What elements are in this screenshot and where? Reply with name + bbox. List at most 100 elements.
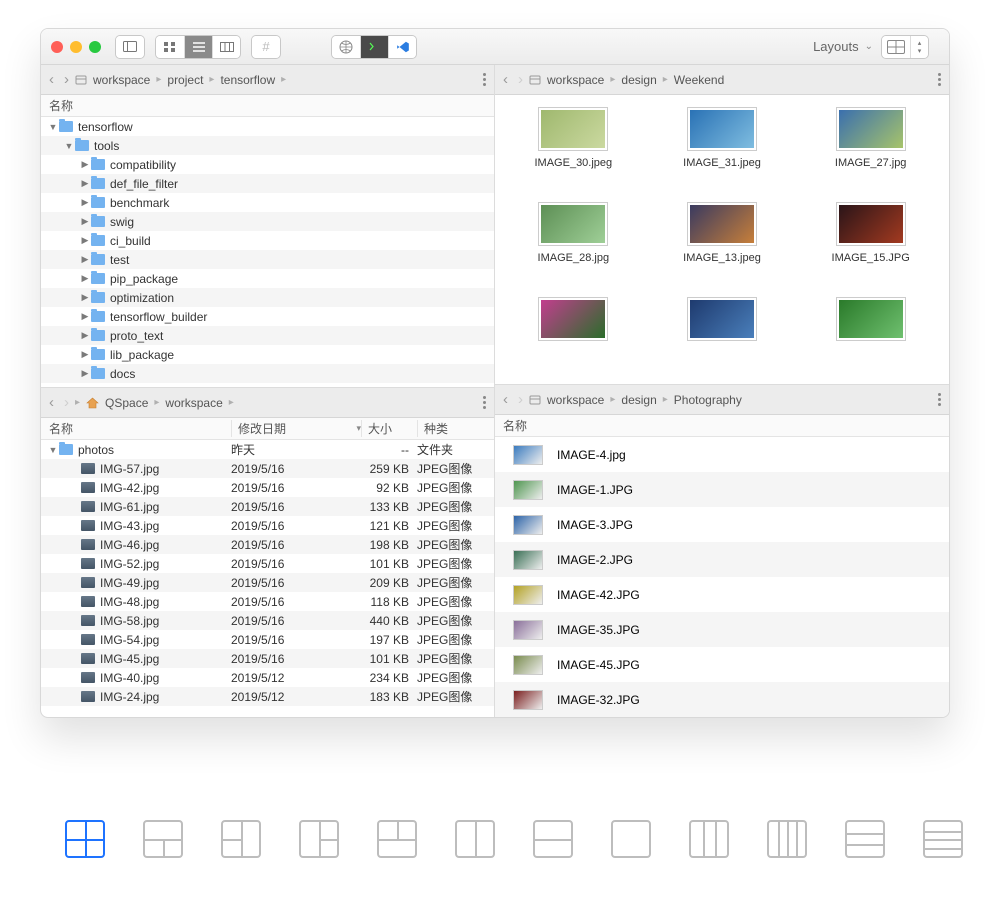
tree-row[interactable]: ▼tools	[41, 136, 494, 155]
table-row[interactable]: IMG-52.jpg2019/5/16101 KBJPEG图像	[41, 554, 494, 573]
column-name-header[interactable]: 名称	[41, 97, 494, 114]
list-item[interactable]: IMAGE-32.JPG	[495, 682, 949, 717]
nav-back-button[interactable]: ‹	[503, 391, 508, 408]
grid-item[interactable]: IMAGE_28.jpg	[501, 202, 646, 289]
crumb[interactable]: tensorflow	[220, 73, 275, 87]
disclosure-triangle-icon[interactable]: ▶	[79, 197, 91, 208]
nav-back-button[interactable]: ‹	[503, 71, 508, 88]
crumb[interactable]: Photography	[674, 393, 742, 407]
more-menu-button[interactable]	[938, 393, 941, 406]
view-icons-button[interactable]	[156, 36, 184, 58]
layouts-dropdown[interactable]: Layouts ⌄	[813, 39, 873, 54]
table-row[interactable]: IMG-45.jpg2019/5/16101 KBJPEG图像	[41, 649, 494, 668]
disclosure-triangle-icon[interactable]: ▶	[79, 330, 91, 341]
table-row[interactable]: IMG-42.jpg2019/5/1692 KBJPEG图像	[41, 478, 494, 497]
disclosure-triangle-icon[interactable]: ▼	[63, 141, 75, 151]
crumb[interactable]: Weekend	[674, 73, 724, 87]
disclosure-triangle-icon[interactable]: ▶	[79, 292, 91, 303]
layout-option-3[interactable]	[221, 820, 261, 858]
crumb[interactable]: workspace	[547, 393, 604, 407]
app-terminal-button[interactable]	[360, 36, 388, 58]
fullscreen-window-button[interactable]	[89, 41, 101, 53]
tree-row[interactable]: ▶tensorflow_builder	[41, 307, 494, 326]
nav-forward-button[interactable]: ›	[64, 394, 69, 411]
tree-row[interactable]: ▶test	[41, 250, 494, 269]
crumb[interactable]: design	[621, 393, 656, 407]
file-table[interactable]: ▼photos昨天--文件夹IMG-57.jpg2019/5/16259 KBJ…	[41, 440, 494, 717]
thumb-list[interactable]: IMAGE-4.jpgIMAGE-1.JPGIMAGE-3.JPGIMAGE-2…	[495, 437, 949, 717]
grid-item[interactable]	[650, 297, 795, 372]
disclosure-triangle-icon[interactable]: ▶	[79, 216, 91, 227]
disclosure-triangle-icon[interactable]: ▶	[79, 311, 91, 322]
table-row[interactable]: IMG-58.jpg2019/5/16440 KBJPEG图像	[41, 611, 494, 630]
layout-option-8[interactable]	[611, 820, 651, 858]
nav-forward-button[interactable]: ›	[518, 391, 523, 408]
nav-back-button[interactable]: ‹	[49, 71, 54, 88]
minimize-window-button[interactable]	[70, 41, 82, 53]
more-menu-button[interactable]	[938, 73, 941, 86]
table-row[interactable]: IMG-61.jpg2019/5/16133 KBJPEG图像	[41, 497, 494, 516]
tree-row[interactable]: ▼tensorflow	[41, 117, 494, 136]
grid-item[interactable]: IMAGE_27.jpg	[798, 107, 943, 194]
layout-stepper-button[interactable]: ▴▾	[910, 36, 928, 58]
tree-row[interactable]: ▶pip_package	[41, 269, 494, 288]
app-globe-button[interactable]	[332, 36, 360, 58]
nav-forward-button[interactable]: ›	[518, 71, 523, 88]
tag-button[interactable]: #	[252, 36, 280, 58]
table-row[interactable]: IMG-57.jpg2019/5/16259 KBJPEG图像	[41, 459, 494, 478]
grid-item[interactable]: IMAGE_13.jpeg	[650, 202, 795, 289]
tree-row[interactable]: ▶ci_build	[41, 231, 494, 250]
tree-row[interactable]: ▶def_file_filter	[41, 174, 494, 193]
tree-row[interactable]: ▶proto_text	[41, 326, 494, 345]
icon-grid[interactable]: IMAGE_30.jpegIMAGE_31.jpegIMAGE_27.jpgIM…	[495, 95, 949, 384]
disclosure-triangle-icon[interactable]: ▶	[79, 159, 91, 170]
folder-tree[interactable]: ▼tensorflow▼tools▶compatibility▶def_file…	[41, 117, 494, 387]
layout-option-2[interactable]	[143, 820, 183, 858]
grid-item[interactable]: IMAGE_15.JPG	[798, 202, 943, 289]
table-row[interactable]: IMG-49.jpg2019/5/16209 KBJPEG图像	[41, 573, 494, 592]
sidebar-toggle-button[interactable]	[116, 36, 144, 58]
crumb[interactable]: workspace	[93, 73, 150, 87]
layout-option-6[interactable]	[455, 820, 495, 858]
layout-option-10[interactable]	[767, 820, 807, 858]
disclosure-triangle-icon[interactable]: ▼	[47, 122, 59, 132]
column-kind-header[interactable]: 种类	[417, 420, 494, 437]
table-row[interactable]: ▼photos昨天--文件夹	[41, 440, 494, 459]
table-row[interactable]: IMG-24.jpg2019/5/12183 KBJPEG图像	[41, 687, 494, 706]
layout-grid-button[interactable]	[882, 36, 910, 58]
more-menu-button[interactable]	[483, 396, 486, 409]
tree-row[interactable]: ▶docs	[41, 364, 494, 383]
app-vscode-button[interactable]	[388, 36, 416, 58]
column-name-header[interactable]: 名称	[41, 420, 231, 437]
list-item[interactable]: IMAGE-2.JPG	[495, 542, 949, 577]
tree-row[interactable]: ▶swig	[41, 212, 494, 231]
layout-option-12[interactable]	[923, 820, 963, 858]
nav-back-button[interactable]: ‹	[49, 394, 54, 411]
table-row[interactable]: IMG-46.jpg2019/5/16198 KBJPEG图像	[41, 535, 494, 554]
disclosure-triangle-icon[interactable]: ▶	[79, 254, 91, 265]
grid-item[interactable]	[798, 297, 943, 372]
list-item[interactable]: IMAGE-1.JPG	[495, 472, 949, 507]
grid-item[interactable]: IMAGE_31.jpeg	[650, 107, 795, 194]
crumb[interactable]: workspace	[547, 73, 604, 87]
column-date-header[interactable]: 修改日期▾	[231, 420, 361, 437]
tree-row[interactable]: ▶lib_package	[41, 345, 494, 364]
layout-option-9[interactable]	[689, 820, 729, 858]
list-item[interactable]: IMAGE-3.JPG	[495, 507, 949, 542]
disclosure-triangle-icon[interactable]: ▶	[79, 235, 91, 246]
layout-option-7[interactable]	[533, 820, 573, 858]
tree-row[interactable]: ▶optimization	[41, 288, 494, 307]
crumb[interactable]: workspace	[165, 396, 222, 410]
list-item[interactable]: IMAGE-45.JPG	[495, 647, 949, 682]
column-size-header[interactable]: 大小	[361, 420, 417, 437]
disclosure-triangle-icon[interactable]: ▼	[47, 445, 59, 455]
tree-row[interactable]: ▶compatibility	[41, 155, 494, 174]
view-columns-button[interactable]	[212, 36, 240, 58]
disclosure-triangle-icon[interactable]: ▶	[79, 349, 91, 360]
grid-item[interactable]	[501, 297, 646, 372]
more-menu-button[interactable]	[483, 73, 486, 86]
layout-option-1[interactable]	[65, 820, 105, 858]
column-name-header[interactable]: 名称	[495, 417, 949, 434]
view-list-button[interactable]	[184, 36, 212, 58]
layout-option-5[interactable]	[377, 820, 417, 858]
